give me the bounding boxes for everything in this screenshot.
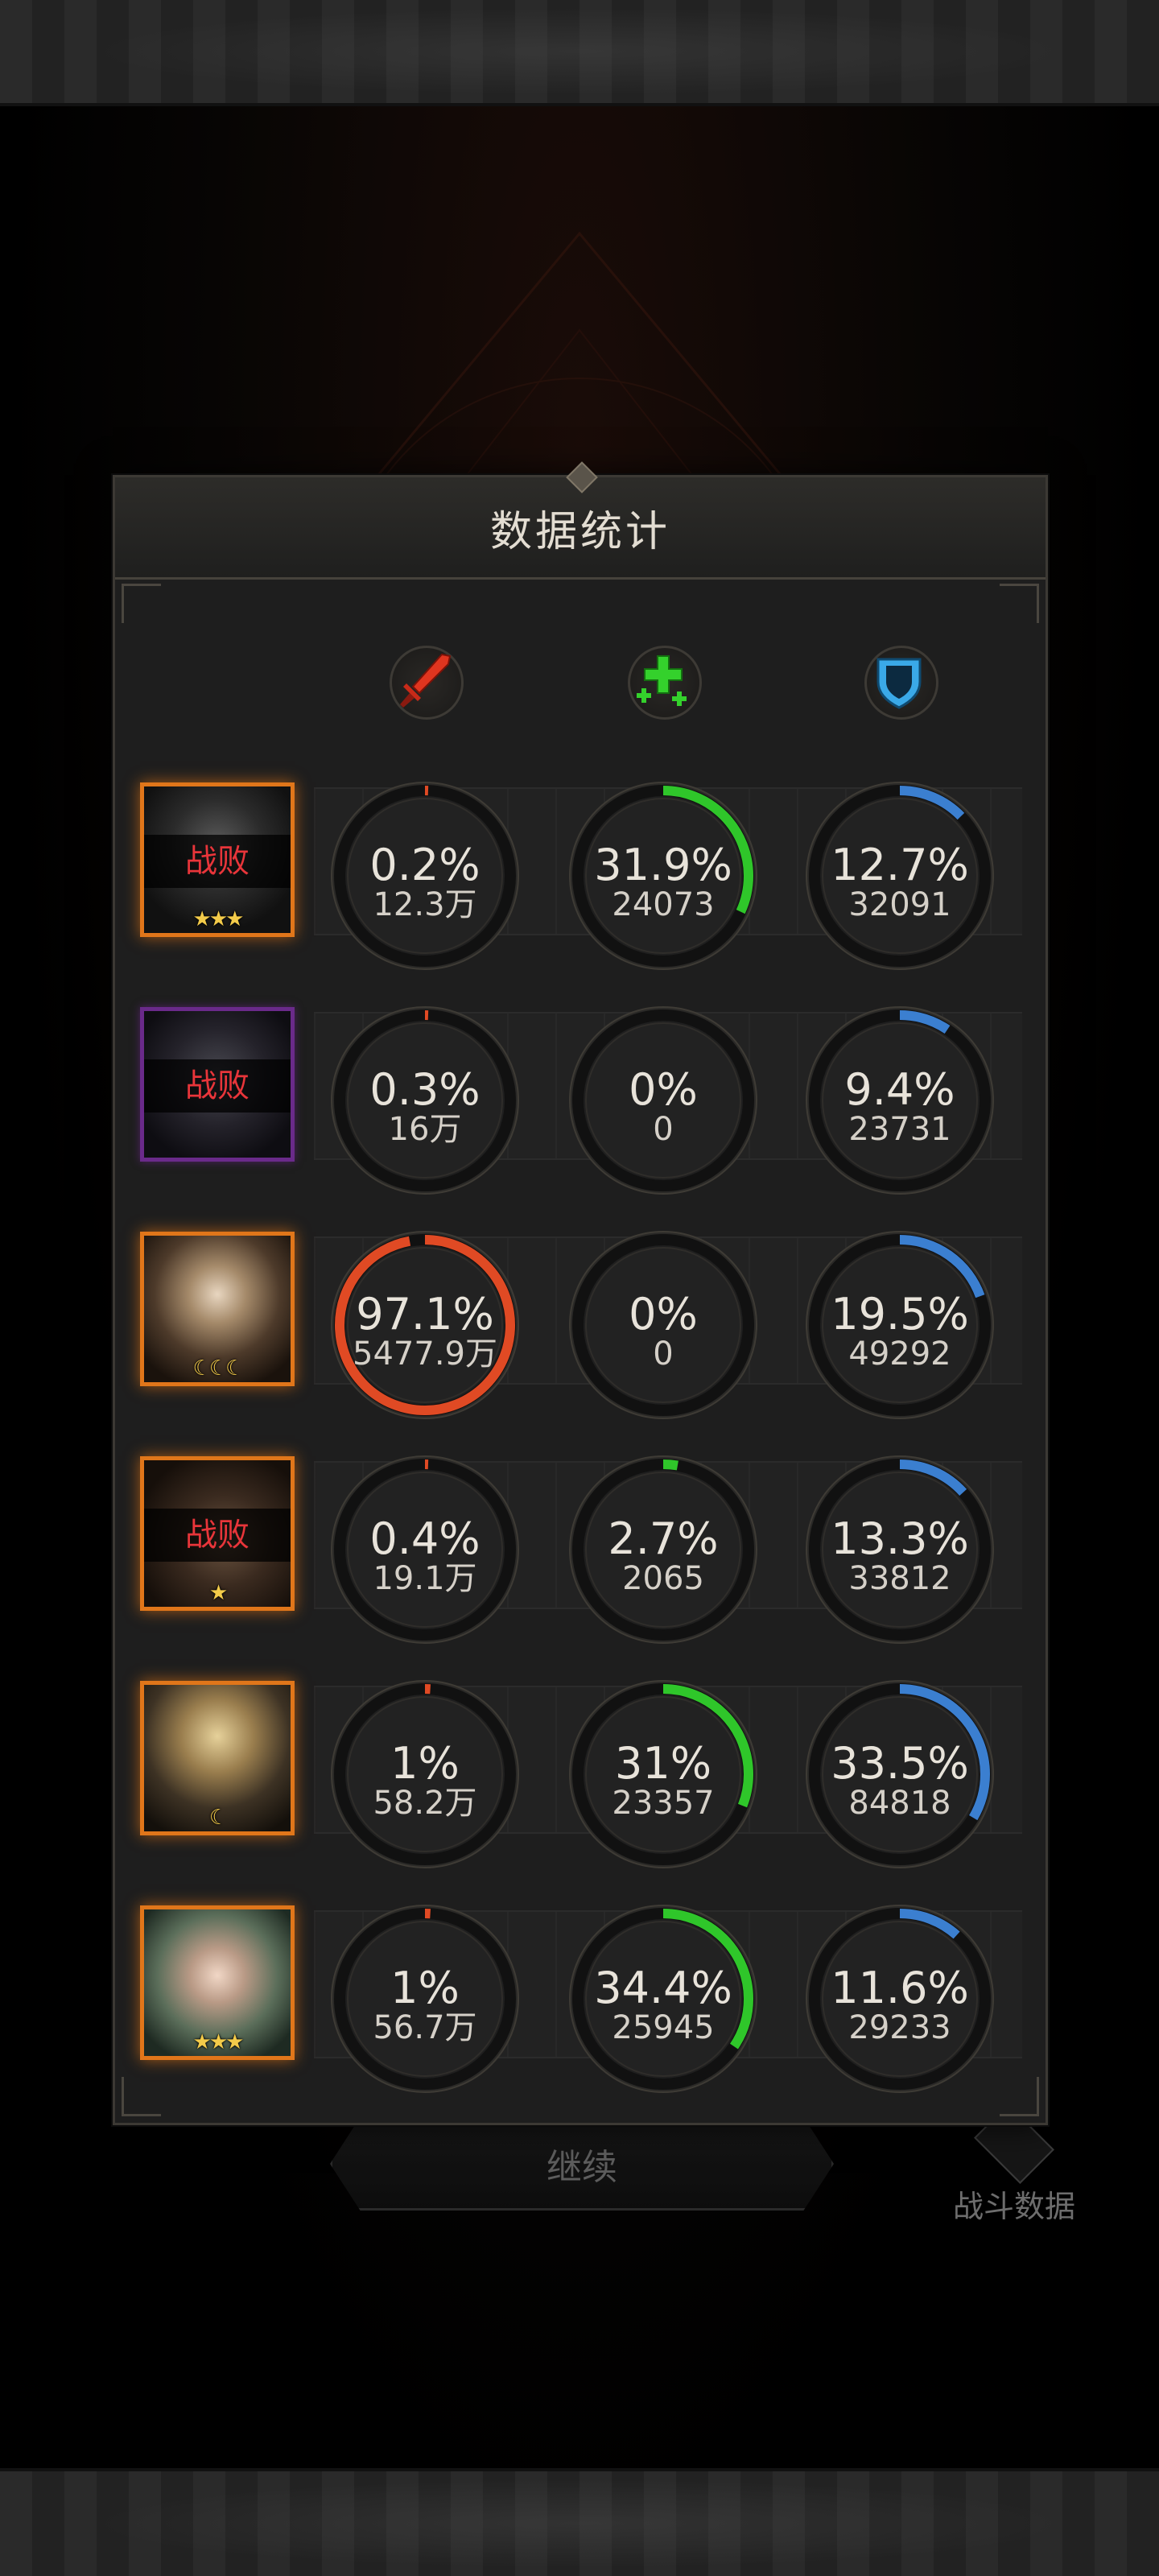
damage-percent: 0.4% [369, 1513, 481, 1564]
tank-value: 49292 [848, 1335, 951, 1373]
damage-stat-ring: 0.2% 12.3万 [330, 781, 520, 971]
tank-value: 33812 [848, 1560, 951, 1597]
corner-ornament [122, 584, 161, 623]
game-screen: 继续 战斗数据 数据统计 战败 ★★★ 0.2% 12.3万 31.9% 240… [0, 0, 1159, 2576]
continue-button[interactable]: 继续 [330, 2117, 834, 2211]
heal-value: 25945 [612, 2009, 715, 2046]
hero-row: 战败 ★ 0.4% 19.1万 2.7% 2065 13.3% 33812 [113, 1422, 1043, 1646]
tank-percent: 13.3% [831, 1513, 969, 1564]
star-rating: ★★★ [192, 2030, 245, 2054]
heal-percent: 0% [629, 1064, 698, 1115]
tank-percent: 33.5% [831, 1738, 969, 1789]
heal-value: 23357 [612, 1785, 715, 1822]
star-rating: ★★★ [192, 907, 245, 931]
damage-value: 19.1万 [373, 1560, 477, 1597]
hero-row: ☾ 1% 58.2万 31% 23357 33.5% 84818 [113, 1647, 1043, 1871]
star-rating: ☾☾☾ [192, 1356, 245, 1381]
damage-value: 16万 [388, 1111, 462, 1148]
damage-stat-ring: 1% 56.7万 [330, 1904, 520, 2094]
damage-stat-ring: 1% 58.2万 [330, 1679, 520, 1869]
heal-percent: 2.7% [608, 1513, 719, 1564]
tank-value: 23731 [848, 1111, 951, 1148]
star-rating: ☾ [208, 1806, 228, 1830]
defeated-label: 战败 [144, 1509, 291, 1562]
damage-value: 12.3万 [373, 886, 477, 923]
damage-stat-ring: 97.1% 5477.9万 [330, 1230, 520, 1420]
heal-stat-ring: 0% 0 [568, 1230, 758, 1420]
tank-stat-ring: 12.7% 32091 [805, 781, 995, 971]
heal-percent: 0% [629, 1289, 698, 1340]
damage-percent: 97.1% [356, 1289, 494, 1340]
hero-portrait[interactable]: 战败 ★★★ [140, 782, 295, 937]
damage-column-header [380, 636, 468, 724]
defeated-label: 战败 [144, 835, 291, 888]
tank-stat-ring: 19.5% 49292 [805, 1230, 995, 1420]
damage-stat-ring: 0.3% 16万 [330, 1005, 520, 1195]
damage-value: 5477.9万 [353, 1335, 497, 1373]
hero-row: 战败 0.3% 16万 0% 0 9.4% 23731 [113, 973, 1043, 1197]
tank-stat-ring: 13.3% 33812 [805, 1455, 995, 1645]
tank-percent: 12.7% [831, 840, 969, 890]
damage-percent: 1% [390, 1963, 460, 2013]
tank-percent: 9.4% [844, 1064, 955, 1115]
damage-value: 56.7万 [373, 2009, 477, 2046]
heal-stat-ring: 31.9% 24073 [568, 781, 758, 971]
tank-stat-ring: 11.6% 29233 [805, 1904, 995, 2094]
hero-row: ★★★ 1% 56.7万 34.4% 25945 11.6% 29233 [113, 1872, 1043, 2095]
continue-label: 继续 [547, 2147, 617, 2188]
sword-icon [400, 653, 452, 708]
tank-percent: 11.6% [831, 1963, 969, 2013]
tank-value: 84818 [848, 1785, 951, 1822]
hero-portrait[interactable]: ☾☾☾ [140, 1232, 295, 1386]
hero-portrait[interactable]: 战败 [140, 1007, 295, 1162]
heal-stat-ring: 34.4% 25945 [568, 1904, 758, 2094]
hero-portrait[interactable]: 战败 ★ [140, 1456, 295, 1611]
shield-icon [876, 658, 922, 709]
heal-percent: 31% [614, 1738, 712, 1789]
heal-value: 0 [653, 1111, 674, 1148]
star-rating: ★ [208, 1581, 228, 1605]
heal-stat-ring: 2.7% 2065 [568, 1455, 758, 1645]
heal-percent: 34.4% [594, 1963, 732, 2013]
hero-portrait[interactable]: ☾ [140, 1681, 295, 1835]
battle-data-label: 战斗数据 [952, 2189, 1075, 2224]
heal-column-header [618, 636, 707, 724]
heal-value: 0 [653, 1335, 674, 1373]
heal-stat-ring: 0% 0 [568, 1005, 758, 1195]
hero-portrait[interactable]: ★★★ [140, 1905, 295, 2060]
heal-stat-ring: 31% 23357 [568, 1679, 758, 1869]
heal-cross-icon [637, 655, 687, 706]
hero-row: 战败 ★★★ 0.2% 12.3万 31.9% 24073 12.7% 32091 [113, 749, 1043, 972]
damage-value: 58.2万 [373, 1785, 477, 1822]
tank-stat-ring: 33.5% 84818 [805, 1679, 995, 1869]
tank-percent: 19.5% [831, 1289, 969, 1340]
damage-percent: 0.3% [369, 1064, 481, 1115]
damage-percent: 0.2% [369, 840, 481, 890]
damage-stat-ring: 0.4% 19.1万 [330, 1455, 520, 1645]
heal-value: 2065 [622, 1560, 704, 1597]
corner-ornament [1000, 584, 1039, 623]
heal-percent: 31.9% [594, 840, 732, 890]
tank-value: 29233 [848, 2009, 951, 2046]
panel-header: 数据统计 [115, 461, 1046, 580]
top-ornament-bar [0, 0, 1159, 106]
battle-data-button[interactable]: 战斗数据 [942, 2103, 1087, 2230]
tank-value: 32091 [848, 886, 951, 923]
heal-value: 24073 [612, 886, 715, 923]
tank-stat-ring: 9.4% 23731 [805, 1005, 995, 1195]
defeated-label: 战败 [144, 1059, 291, 1113]
bottom-ornament-bar [0, 2468, 1159, 2576]
damage-percent: 1% [390, 1738, 460, 1789]
panel-title: 数据统计 [489, 507, 670, 556]
hero-row: ☾☾☾ 97.1% 5477.9万 0% 0 19.5% 49292 [113, 1198, 1043, 1422]
tank-column-header [855, 636, 943, 724]
